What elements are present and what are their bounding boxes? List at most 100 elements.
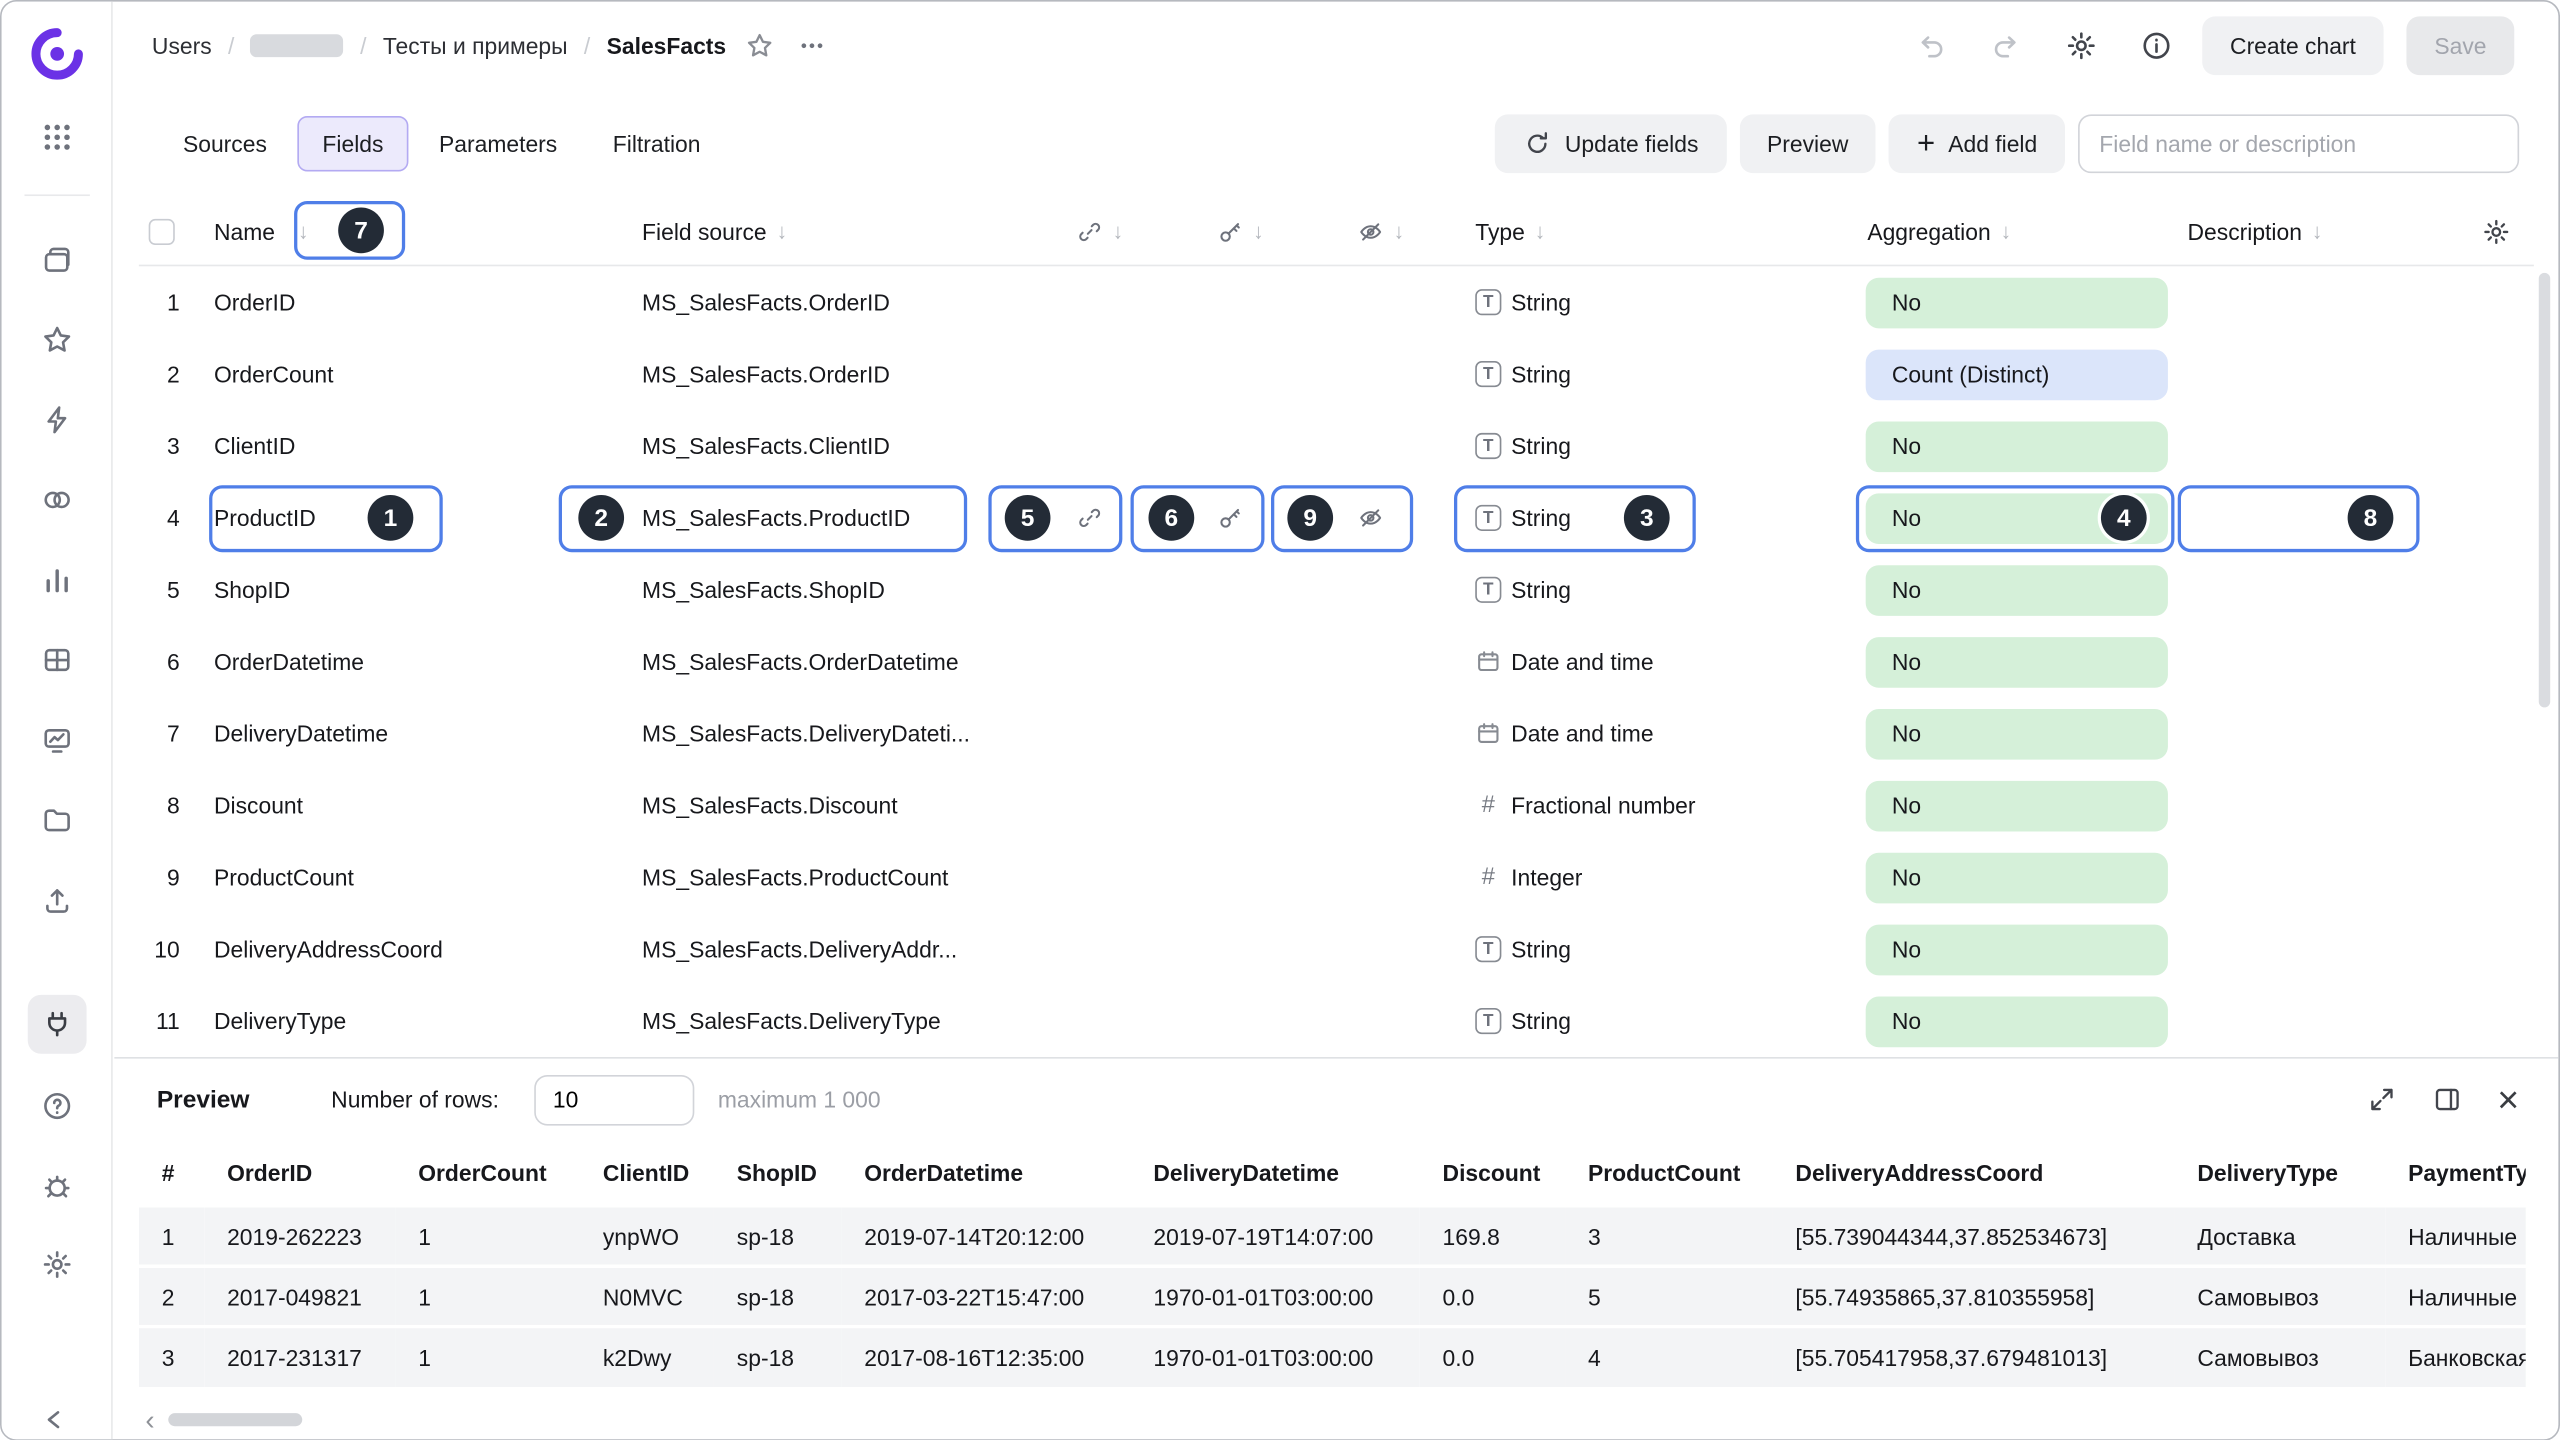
vertical-scrollbar-thumb[interactable] (2539, 273, 2550, 708)
aggregation-select[interactable]: No (1866, 636, 2168, 687)
tab-sources[interactable]: Sources (158, 116, 291, 172)
save-button[interactable]: Save (2407, 16, 2515, 75)
aggregation-select[interactable]: No (1866, 924, 2168, 975)
field-name-cell[interactable]: DeliveryDatetime (204, 698, 632, 770)
hide-cell[interactable] (1345, 482, 1453, 554)
rings-icon[interactable] (41, 484, 74, 517)
column-header-name[interactable]: Name ↓ (204, 198, 632, 265)
description-cell[interactable] (2178, 338, 2456, 410)
field-name-cell[interactable]: OrderCount (204, 338, 632, 410)
field-type-cell[interactable]: TString (1452, 338, 1854, 410)
aggregation-select[interactable]: Count (Distinct) (1866, 349, 2168, 400)
column-header-source[interactable]: Field source ↓ (632, 198, 1063, 265)
aggregation-select[interactable]: No (1866, 852, 2168, 903)
field-name-cell[interactable]: OrderID (204, 266, 632, 338)
description-cell[interactable] (2178, 841, 2456, 913)
columns-gear-icon[interactable] (2482, 216, 2511, 245)
aggregation-select[interactable]: No (1866, 780, 2168, 831)
field-source-cell[interactable]: MS_SalesFacts.DeliveryAddr... (632, 913, 1063, 985)
panel-icon[interactable] (2432, 1085, 2461, 1114)
field-name-cell[interactable]: ClientID (204, 410, 632, 482)
field-source-cell[interactable]: MS_SalesFacts.ClientID (632, 410, 1063, 482)
field-type-cell[interactable]: TString (1452, 482, 1854, 554)
favorite-star-icon[interactable] (746, 31, 775, 60)
collections-icon[interactable] (41, 243, 74, 276)
field-search-input[interactable] (2078, 114, 2519, 173)
description-cell[interactable] (2178, 985, 2456, 1057)
field-type-cell[interactable]: TString (1452, 985, 1854, 1057)
settings-gear-icon[interactable] (2065, 29, 2098, 62)
field-row[interactable]: 7DeliveryDatetimeMS_SalesFacts.DeliveryD… (139, 698, 2534, 770)
field-source-cell[interactable]: MS_SalesFacts.Discount (632, 769, 1063, 841)
breadcrumb-item-users[interactable]: Users (152, 33, 212, 59)
field-source-cell[interactable]: MS_SalesFacts.OrderID (632, 266, 1063, 338)
link-icon[interactable] (1077, 505, 1103, 531)
column-header-type[interactable]: Type ↓ (1452, 198, 1854, 265)
sort-arrow-icon[interactable]: ↓ (1113, 219, 1124, 244)
tab-filtration[interactable]: Filtration (588, 116, 725, 172)
aggregation-select[interactable]: No (1866, 277, 2168, 328)
field-name-cell[interactable]: DeliveryType (204, 985, 632, 1057)
field-row[interactable]: 10DeliveryAddressCoordMS_SalesFacts.Deli… (139, 913, 2534, 985)
field-row[interactable]: 9ProductCountMS_SalesFacts.ProductCount#… (139, 841, 2534, 913)
sort-arrow-icon[interactable]: ↓ (2312, 219, 2323, 244)
close-icon[interactable]: × (2497, 1081, 2519, 1119)
field-type-cell[interactable]: TString (1452, 913, 1854, 985)
breadcrumb-item-folder[interactable]: Тесты и примеры (383, 33, 568, 59)
field-row[interactable]: 2OrderCountMS_SalesFacts.OrderIDTStringC… (139, 338, 2534, 410)
dashboard-icon[interactable] (41, 724, 74, 757)
sort-arrow-icon[interactable]: ↓ (776, 219, 787, 244)
field-name-cell[interactable]: DeliveryAddressCoord (204, 913, 632, 985)
aggregation-select[interactable]: No (1866, 493, 2168, 544)
field-type-cell[interactable]: TString (1452, 554, 1854, 626)
description-cell[interactable] (2178, 698, 2456, 770)
field-source-cell[interactable]: MS_SalesFacts.DeliveryType (632, 985, 1063, 1057)
field-source-cell[interactable]: MS_SalesFacts.ProductID (632, 482, 1063, 554)
eye-off-icon[interactable] (1358, 505, 1384, 531)
field-row[interactable]: 4ProductIDMS_SalesFacts.ProductIDTString… (139, 482, 2534, 554)
settings-gear-icon[interactable] (41, 1248, 74, 1281)
description-cell[interactable] (2178, 410, 2456, 482)
field-type-cell[interactable]: TString (1452, 410, 1854, 482)
upload-icon[interactable] (41, 884, 74, 917)
field-type-cell[interactable]: #Fractional number (1452, 769, 1854, 841)
sort-arrow-icon[interactable]: ↓ (1253, 219, 1264, 244)
key-cell[interactable] (1204, 482, 1344, 554)
tab-fields[interactable]: Fields (298, 116, 408, 172)
field-source-cell[interactable]: MS_SalesFacts.ProductCount (632, 841, 1063, 913)
table-icon[interactable] (41, 644, 74, 677)
bug-icon[interactable] (41, 1170, 74, 1203)
field-type-cell[interactable]: #Integer (1452, 841, 1854, 913)
collapse-icon[interactable] (38, 1403, 71, 1436)
aggregation-select[interactable]: No (1866, 996, 2168, 1047)
aggregation-select[interactable]: No (1866, 708, 2168, 759)
rows-count-input[interactable] (535, 1074, 695, 1125)
sort-arrow-icon[interactable]: ↓ (2000, 219, 2011, 244)
sidebar-item-connections-active[interactable] (28, 995, 87, 1054)
field-name-cell[interactable]: ProductCount (204, 841, 632, 913)
breadcrumb-item-redacted[interactable] (251, 34, 344, 57)
lightning-icon[interactable] (41, 404, 74, 437)
datalens-logo[interactable] (29, 26, 85, 82)
add-field-button[interactable]: + Add field (1889, 114, 2065, 173)
link-cell[interactable] (1064, 482, 1204, 554)
aggregation-select[interactable]: No (1866, 421, 2168, 472)
field-row[interactable]: 1OrderIDMS_SalesFacts.OrderIDTStringNo (139, 266, 2534, 338)
field-source-cell[interactable]: MS_SalesFacts.OrderID (632, 338, 1063, 410)
column-header-hide[interactable]: ↓ (1345, 198, 1453, 265)
field-type-cell[interactable]: TString (1452, 266, 1854, 338)
description-cell[interactable] (2178, 554, 2456, 626)
field-type-cell[interactable]: Date and time (1452, 626, 1854, 698)
description-cell[interactable] (2178, 266, 2456, 338)
scrollbar-thumb[interactable] (168, 1413, 302, 1426)
column-header-key[interactable]: ↓ (1204, 198, 1344, 265)
description-cell[interactable] (2178, 913, 2456, 985)
folder-icon[interactable] (41, 804, 74, 837)
column-header-aggregation[interactable]: Aggregation ↓ (1854, 198, 2177, 265)
field-source-cell[interactable]: MS_SalesFacts.ShopID (632, 554, 1063, 626)
create-chart-button[interactable]: Create chart (2202, 16, 2383, 75)
description-cell[interactable] (2178, 482, 2456, 554)
field-name-cell[interactable]: ProductID (204, 482, 632, 554)
field-row[interactable]: 6OrderDatetimeMS_SalesFacts.OrderDatetim… (139, 626, 2534, 698)
sort-arrow-icon[interactable]: ↓ (1394, 219, 1405, 244)
